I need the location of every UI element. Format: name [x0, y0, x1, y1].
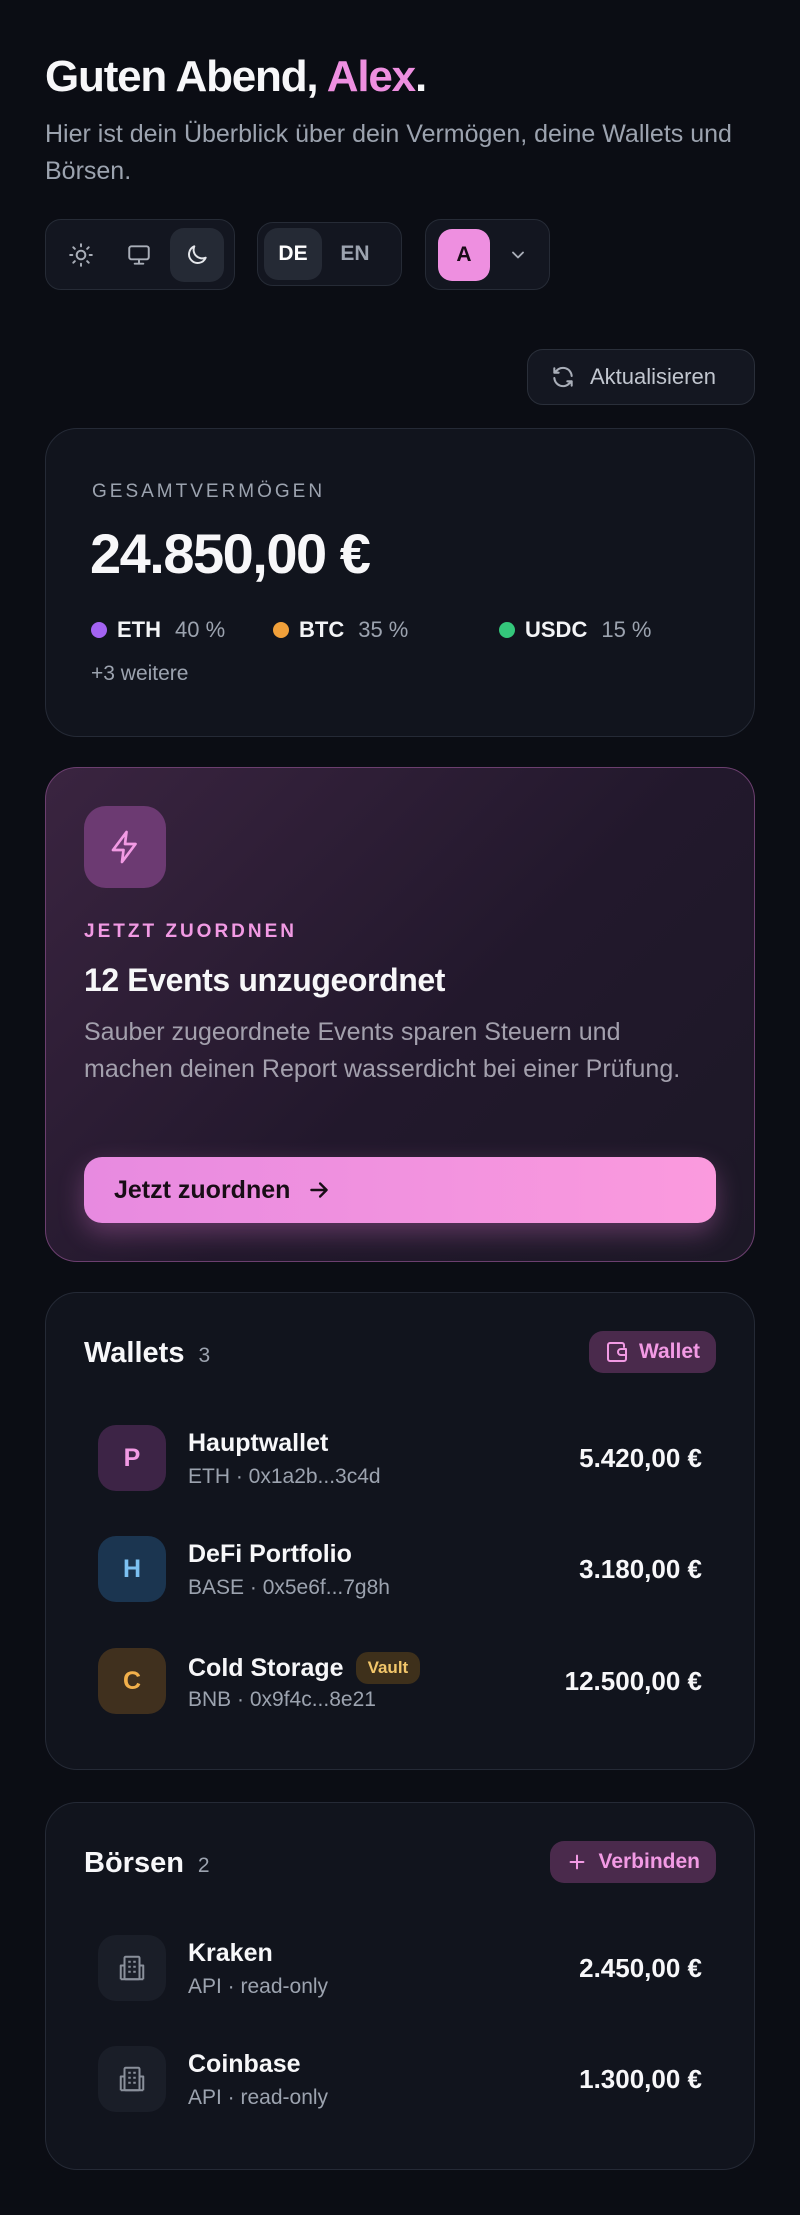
exchange-icon-tile: [98, 2046, 166, 2112]
theme-system-button[interactable]: [112, 228, 166, 282]
chevron-down-icon: [512, 251, 524, 258]
exchange-name-text: Kraken: [188, 1939, 273, 1967]
theme-switch: [45, 219, 235, 290]
building-icon: [119, 1955, 145, 1981]
unassigned-events-card: JETZT ZUORDNEN 12 Events unzugeordnet Sa…: [45, 767, 755, 1262]
exchange-icon-tile: [98, 1935, 166, 2001]
allocation-symbol: ETH: [117, 617, 161, 642]
wallet-name: DeFi Portfolio: [188, 1540, 352, 1569]
exchange-amount: 2.450,00 €: [579, 1953, 702, 1983]
greeting-prefix: Guten Abend,: [45, 52, 327, 101]
refresh-button[interactable]: Aktualisieren: [527, 349, 755, 405]
exchange-name: Kraken: [188, 1939, 273, 1968]
exchange-row[interactable]: Coinbase API · read-only 1.300,00 €: [98, 2046, 702, 2116]
allocation-item-usdc: USDC 15 %: [499, 617, 652, 643]
avatar: A: [438, 228, 490, 281]
wallet-avatar: H: [98, 1536, 166, 1602]
theme-light-button[interactable]: [54, 228, 108, 282]
wallets-title: Wallets: [84, 1337, 185, 1369]
vault-badge: Vault: [355, 1652, 421, 1684]
wallet-amount: 3.180,00 €: [579, 1554, 702, 1584]
allocation-item-eth: ETH 40 %: [91, 617, 225, 643]
wallet-name-text: Cold Storage: [188, 1653, 344, 1682]
wallet-avatar: C: [98, 1648, 166, 1714]
exchange-amount: 1.300,00 €: [579, 2064, 702, 2094]
user-name: Alex: [326, 52, 416, 101]
allocation-symbol: BTC: [299, 617, 345, 642]
wallet-name-text: DeFi Portfolio: [188, 1540, 352, 1568]
exchange-name-text: Coinbase: [188, 2050, 301, 2078]
language-switch: DE EN: [257, 222, 402, 286]
wallet-row[interactable]: P Hauptwallet ETH · 0x1a2b...3c4d 5.420,…: [98, 1425, 702, 1495]
exchanges-header: Börsen 2: [84, 1847, 210, 1880]
eth-dot: [91, 622, 107, 638]
promo-kicker: JETZT ZUORDNEN: [84, 921, 297, 942]
wallets-card: Wallets 3 Wallet P Hauptwallet ETH · 0x1…: [45, 1292, 755, 1770]
exchange-detail: API · read-only: [188, 2086, 329, 2109]
wallet-row[interactable]: H DeFi Portfolio BASE · 0x5e6f...7g8h 3.…: [98, 1536, 702, 1606]
wallet-detail: BASE · 0x5e6f...7g8h: [188, 1576, 390, 1599]
add-wallet-button[interactable]: Wallet: [588, 1331, 716, 1373]
user-menu-button[interactable]: A: [425, 219, 550, 290]
exchange-detail: API · read-only: [188, 1975, 329, 1998]
monitor-icon: [128, 244, 150, 265]
building-icon: [119, 2066, 145, 2092]
exchange-row[interactable]: Kraken API · read-only 2.450,00 €: [98, 1935, 702, 2005]
assign-now-label: Jetzt zuordnen: [114, 1175, 291, 1204]
greeting-suffix: .: [414, 52, 427, 101]
page-subtitle: Hier ist dein Überblick über dein Vermög…: [45, 120, 732, 185]
wallet-amount: 12.500,00 €: [564, 1666, 702, 1696]
exchanges-title: Börsen: [84, 1847, 184, 1879]
wallet-avatar: P: [98, 1425, 166, 1491]
portfolio-label: GESAMTVERMÖGEN: [92, 481, 326, 502]
wallet-name: Cold Storage Vault: [188, 1652, 421, 1684]
allocation-more-link[interactable]: +3 weitere: [91, 662, 188, 686]
promo-icon-tile: [84, 806, 166, 888]
promo-description: Sauber zugeordnete Events sparen Steuern…: [84, 1018, 681, 1083]
language-en-button[interactable]: EN: [326, 228, 384, 280]
connect-exchange-label: Verbinden: [598, 1850, 700, 1873]
arrow-right-icon: [310, 1182, 329, 1198]
theme-dark-button[interactable]: [170, 227, 224, 282]
usdc-dot: [499, 622, 515, 638]
refresh-icon: [553, 366, 573, 388]
exchange-name: Coinbase: [188, 2050, 301, 2079]
lightning-icon: [111, 830, 137, 864]
portfolio-total: 24.850,00 €: [90, 522, 371, 585]
plus-icon: [570, 1854, 585, 1870]
allocation-symbol: USDC: [525, 617, 588, 642]
wallet-detail: BNB · 0x9f4c...8e21: [188, 1688, 376, 1711]
add-wallet-label: Wallet: [638, 1340, 700, 1363]
page-title: Guten Abend, Alex.: [45, 52, 427, 102]
assign-now-button[interactable]: Jetzt zuordnen: [84, 1157, 716, 1223]
btc-dot: [273, 622, 289, 638]
connect-exchange-button[interactable]: Verbinden: [550, 1841, 716, 1883]
portfolio-card: GESAMTVERMÖGEN 24.850,00 €: [45, 428, 755, 737]
wallets-count: 3: [198, 1344, 211, 1367]
sun-icon: [69, 242, 93, 267]
wallet-icon: [606, 1342, 627, 1362]
exchanges-card: Börsen 2 Verbinden Kraken API · read-onl…: [45, 1802, 755, 2170]
promo-title: 12 Events unzugeordnet: [84, 962, 446, 998]
language-de-button[interactable]: DE: [264, 228, 322, 280]
wallet-amount: 5.420,00 €: [579, 1443, 702, 1473]
allocation-item-btc: BTC 35 %: [273, 617, 408, 643]
wallet-name: Hauptwallet: [188, 1429, 328, 1458]
wallet-detail: ETH · 0x1a2b...3c4d: [188, 1465, 381, 1488]
refresh-label: Aktualisieren: [590, 364, 716, 389]
allocation-percent: 15 %: [601, 617, 652, 642]
wallet-name-text: Hauptwallet: [188, 1429, 329, 1457]
allocation-percent: 40 %: [175, 617, 226, 642]
wallet-row[interactable]: C Cold Storage Vault BNB · 0x9f4c...8e21 …: [98, 1648, 702, 1718]
exchanges-count: 2: [197, 1854, 210, 1877]
moon-icon: [188, 244, 207, 264]
wallets-header: Wallets 3: [84, 1337, 210, 1370]
allocation-percent: 35 %: [358, 617, 409, 642]
